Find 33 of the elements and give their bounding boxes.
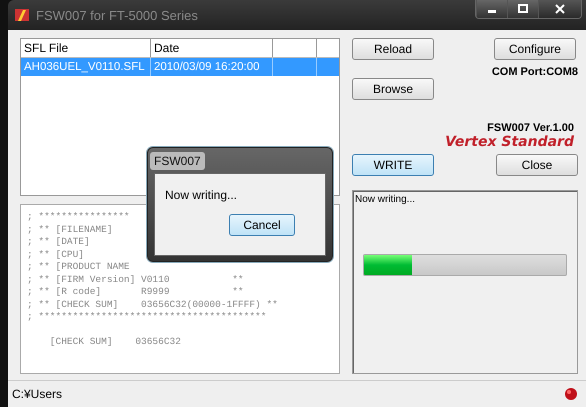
status-led-icon <box>564 387 578 401</box>
log-line: ; **************** <box>27 211 130 222</box>
write-button[interactable]: WRITE <box>352 154 434 176</box>
app-icon <box>14 7 30 23</box>
close-button[interactable]: Close <box>496 154 578 176</box>
window-title: FSW007 for FT-5000 Series <box>36 8 198 22</box>
log-line: [CHECK SUM] 03656C32 <box>48 336 181 347</box>
log-line: ; ** [FILENAME] <box>27 224 113 234</box>
log-line: ; **************************************** <box>27 311 266 322</box>
maximize-icon <box>518 4 528 14</box>
close-icon <box>555 4 565 14</box>
log-line: ; ** [PRODUCT NAME <box>27 261 130 272</box>
log-line: ; ** [R code] R9999 ** <box>27 286 244 297</box>
status-text: Now writing... <box>354 193 416 207</box>
reload-button[interactable]: Reload <box>352 38 434 60</box>
log-line: ; ** [CPU] <box>27 248 84 260</box>
dialog-message: Now writing... <box>165 188 238 202</box>
browse-button[interactable]: Browse <box>352 78 434 100</box>
brand-logo: Vertex Standard <box>445 134 574 150</box>
close-window-button[interactable] <box>538 0 581 18</box>
configure-button[interactable]: Configure <box>494 38 576 60</box>
log-line: ; ** [FIRM Version] V0110 ** <box>27 274 244 284</box>
status-path: C:¥Users <box>12 387 62 401</box>
com-port-label: COM Port:COM8 <box>492 66 578 78</box>
dialog-title: FSW007 <box>150 152 205 170</box>
column-header[interactable]: Date <box>151 39 273 57</box>
minimize-button[interactable] <box>476 0 507 18</box>
maximize-button[interactable] <box>507 0 538 18</box>
log-line: ; ** [DATE] <box>27 236 90 247</box>
cancel-button[interactable]: Cancel <box>229 214 295 236</box>
column-header[interactable]: SFL File <box>21 39 151 57</box>
log-line: ; ** [CHECK SUM] 03656C32(00000-1FFFF) ** <box>27 298 278 310</box>
version-label: FSW007 Ver.1.00 <box>487 122 574 134</box>
